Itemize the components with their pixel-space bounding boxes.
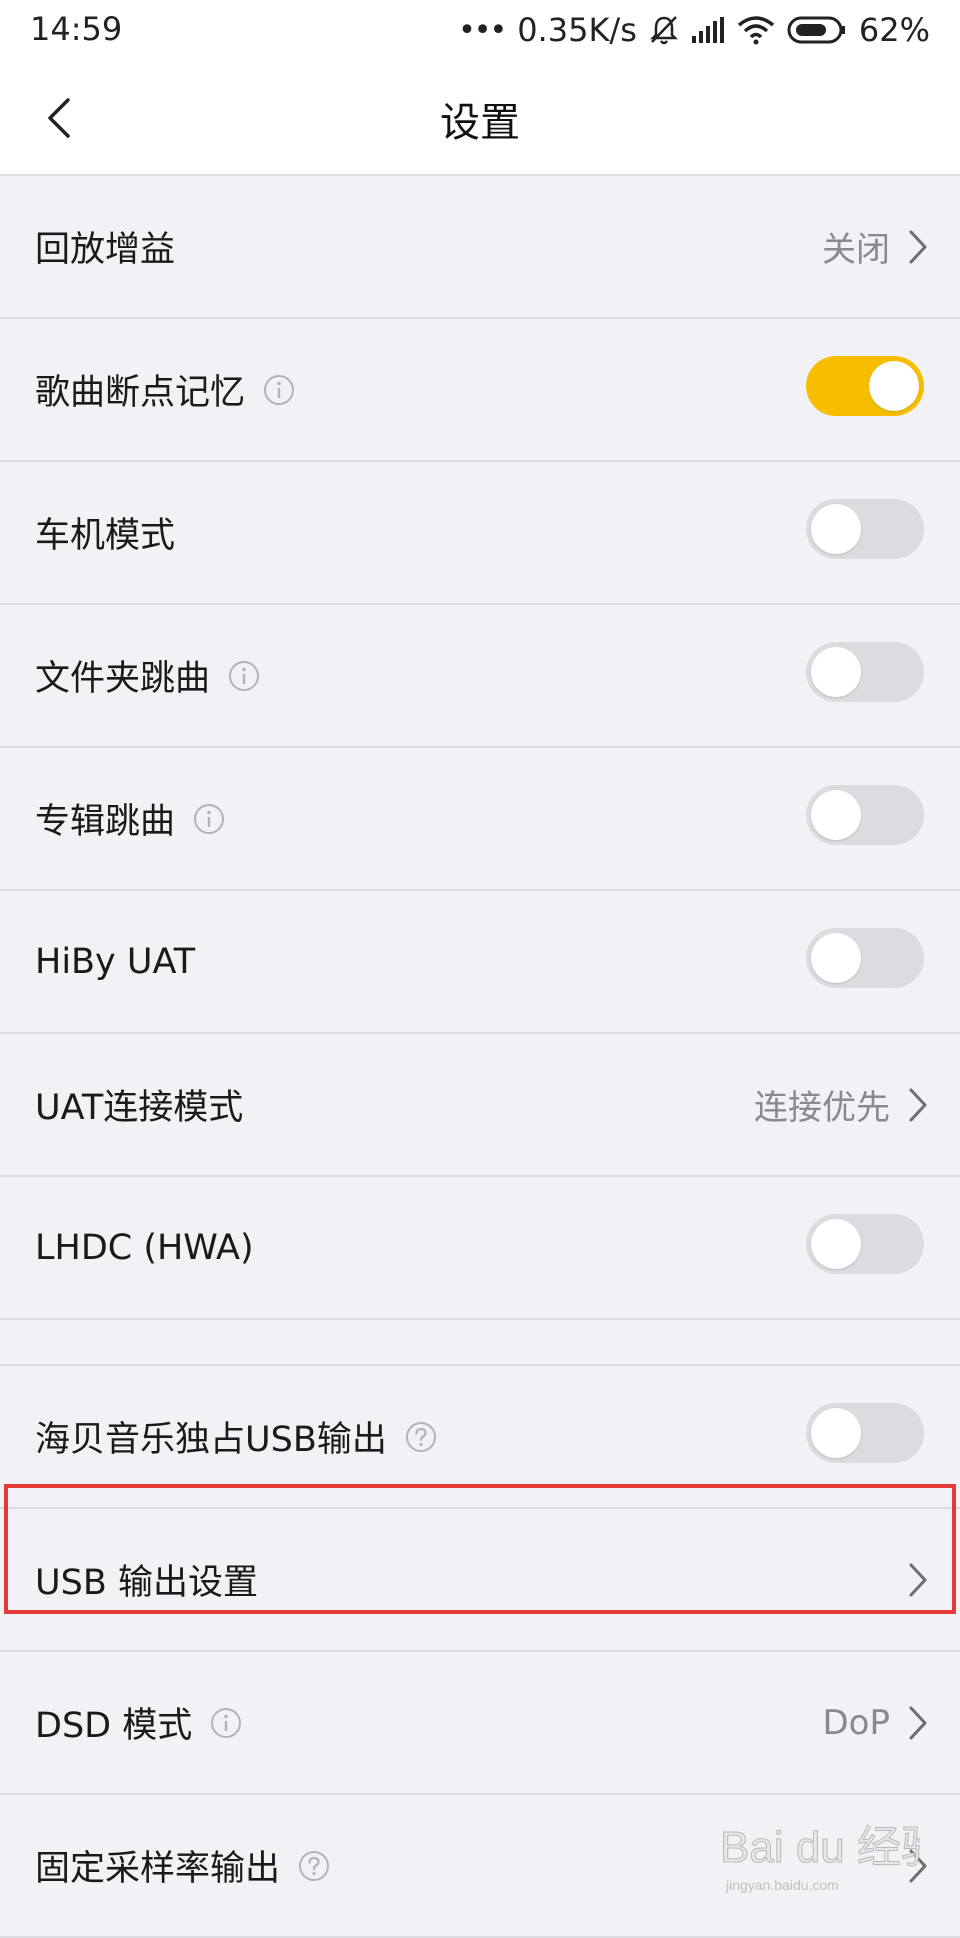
setting-row-folder-skip: 文件夹跳曲 — [0, 605, 960, 748]
row-value-group: 连接优先 — [754, 1034, 928, 1175]
row-label-group: 专辑跳曲 — [35, 748, 225, 889]
setting-row-usb-output[interactable]: USB 输出设置 — [0, 1509, 960, 1652]
setting-row-usb-exclusive: 海贝音乐独占USB输出 — [0, 1366, 960, 1509]
page-title: 设置 — [440, 100, 520, 146]
row-label-group: 文件夹跳曲 — [35, 605, 260, 746]
row-label: 海贝音乐独占USB输出 — [35, 1420, 387, 1460]
status-bar: 14:59 ••• 0.35K/s 62% — [0, 0, 960, 60]
section-gap — [0, 1320, 960, 1366]
row-value: 关闭 — [822, 230, 890, 270]
dots-icon: ••• — [458, 12, 507, 48]
nav-bar: 设置 — [0, 60, 960, 176]
setting-row-dsd-mode[interactable]: DSD 模式 DoP — [0, 1652, 960, 1795]
row-label: 回放增益 — [35, 230, 176, 270]
row-label: 车机模式 — [35, 516, 176, 556]
help-icon[interactable] — [298, 1850, 330, 1882]
row-label: 专辑跳曲 — [35, 802, 176, 842]
row-label: USB 输出设置 — [35, 1563, 258, 1603]
row-value: DoP — [822, 1702, 891, 1743]
row-label: HiBy UAT — [35, 941, 196, 982]
toggle-knob — [869, 361, 919, 411]
setting-row-hiby-uat: HiBy UAT — [0, 891, 960, 1034]
chevron-right-icon — [909, 1563, 927, 1596]
row-value: 连接优先 — [754, 1088, 890, 1128]
toggle-knob — [811, 1219, 861, 1269]
status-time: 14:59 — [30, 10, 123, 48]
resume-toggle[interactable] — [806, 356, 924, 416]
row-label: DSD 模式 — [35, 1706, 193, 1746]
toggle-knob — [811, 790, 861, 840]
toggle-knob — [811, 647, 861, 697]
chevron-right-icon — [909, 230, 927, 263]
chevron-right-icon — [909, 1088, 927, 1121]
help-icon[interactable] — [405, 1421, 437, 1453]
row-value-group: DoP — [823, 1652, 929, 1793]
lhdc-toggle[interactable] — [806, 1214, 924, 1274]
album-skip-toggle[interactable] — [806, 785, 924, 845]
toggle-knob — [811, 504, 861, 554]
setting-row-car-mode: 车机模式 — [0, 462, 960, 605]
wifi-icon — [737, 16, 774, 45]
setting-row-playback-gain[interactable]: 回放增益 关闭 — [0, 176, 960, 319]
folder-skip-toggle[interactable] — [806, 642, 924, 702]
network-speed: 0.35K/s — [517, 11, 637, 49]
chevron-right-icon — [909, 1706, 927, 1739]
watermark-sub: jingyan.baidu.com — [725, 1877, 839, 1893]
info-icon[interactable] — [193, 803, 225, 835]
info-icon[interactable] — [228, 660, 260, 692]
setting-row-lhdc: LHDC (HWA) — [0, 1177, 960, 1320]
row-label-group: DSD 模式 — [35, 1652, 242, 1793]
row-label: 文件夹跳曲 — [35, 659, 211, 699]
hiby-uat-toggle[interactable] — [806, 928, 924, 988]
row-label: UAT连接模式 — [35, 1088, 244, 1128]
watermark-text: Bai du 经验 — [720, 1823, 920, 1872]
row-value-group: 关闭 — [822, 176, 928, 317]
row-label: LHDC (HWA) — [35, 1227, 254, 1268]
toggle-knob — [811, 1408, 861, 1458]
row-value-group — [908, 1509, 928, 1650]
toggle-knob — [811, 933, 861, 983]
status-icons: ••• 0.35K/s 62% — [446, 10, 930, 50]
row-label: 歌曲断点记忆 — [35, 373, 246, 413]
row-label-group: 海贝音乐独占USB输出 — [35, 1366, 437, 1507]
car-mode-toggle[interactable] — [806, 499, 924, 559]
info-icon[interactable] — [210, 1707, 242, 1739]
setting-row-uat-mode[interactable]: UAT连接模式 连接优先 — [0, 1034, 960, 1177]
info-icon[interactable] — [263, 374, 295, 406]
signal-icon — [691, 17, 724, 43]
settings-list: 回放增益 关闭 歌曲断点记忆 车机模式 文件夹跳曲 专辑跳曲 HiBy UAT — [0, 176, 960, 1938]
watermark-logo: Bai du 经验 jingyan.baidu.com — [720, 1823, 920, 1894]
row-label-group: 歌曲断点记忆 — [35, 319, 295, 460]
battery-level: 62% — [858, 11, 930, 49]
row-label-group: 固定采样率输出 — [35, 1795, 330, 1936]
bell-muted-icon — [649, 16, 678, 45]
usb-exclusive-toggle[interactable] — [806, 1403, 924, 1463]
battery-icon — [787, 16, 845, 44]
setting-row-resume: 歌曲断点记忆 — [0, 319, 960, 462]
row-label: 固定采样率输出 — [35, 1849, 281, 1889]
setting-row-album-skip: 专辑跳曲 — [0, 748, 960, 891]
